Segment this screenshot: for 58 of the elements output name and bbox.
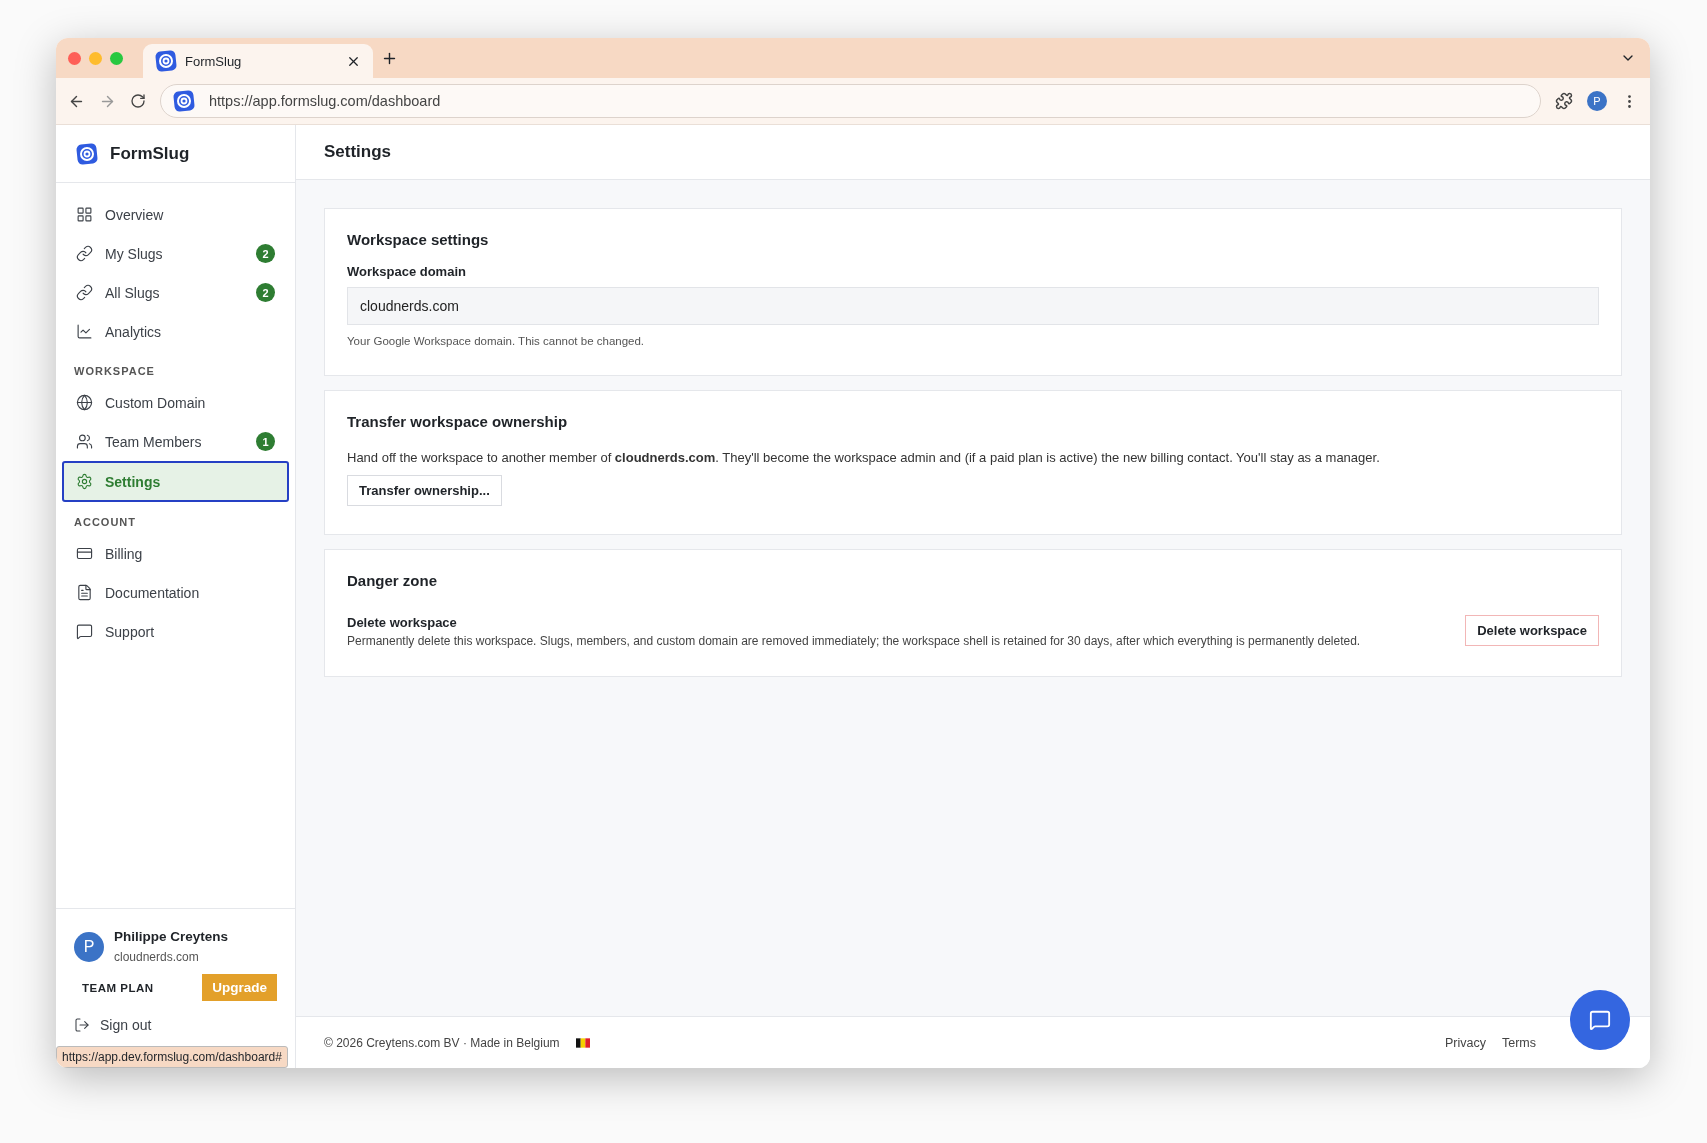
globe-icon <box>76 394 93 411</box>
line-chart-icon <box>76 323 93 340</box>
document-icon <box>76 584 93 601</box>
section-heading: WORKSPACE <box>73 364 156 379</box>
tab-title: FormSlug <box>185 53 243 69</box>
chat-icon <box>1589 1009 1611 1031</box>
item-title: Delete workspace <box>347 615 458 630</box>
user-domain: cloudnerds.com <box>114 950 200 964</box>
domain-field[interactable]: cloudnerds.com <box>347 287 1599 325</box>
nav-item[interactable]: Settings <box>62 461 289 502</box>
help-text: Your Google Workspace domain. This cannot be changed. <box>347 335 646 347</box>
settings-icon <box>76 473 93 490</box>
footer-link[interactable]: Terms <box>1501 1035 1536 1050</box>
nav-item[interactable]: Team Members 1 <box>62 422 289 461</box>
flag-icon <box>575 1037 590 1048</box>
sign-out-icon <box>74 1017 90 1033</box>
page-title: Settings <box>324 142 392 162</box>
logo-icon <box>155 50 177 72</box>
chat-icon <box>76 623 93 640</box>
nav-item[interactable]: Documentation <box>62 573 289 612</box>
field-label: Workspace domain <box>347 264 467 279</box>
nav-item[interactable]: Billing <box>62 534 289 573</box>
card-title: Danger zone <box>347 572 438 589</box>
card-title: Transfer workspace ownership <box>347 413 569 430</box>
description-text: Hand off the workspace to another member of cloudnerds.com. They'll become the workspace admin and (if a paid plan is active) the new billing contact. You'll stay as a manager. <box>347 450 1381 465</box>
description-text: Permanently delete this workspace. Slugs, members, and custom domain are removed immediately; the workspace shell is retained for 30 days, after which everything is permanently deleted. <box>347 634 1362 648</box>
count-badge: 2 <box>256 244 275 263</box>
nav-item[interactable]: All Slugs 2 <box>62 273 289 312</box>
grid-icon <box>76 206 93 223</box>
nav-item[interactable]: My Slugs 2 <box>62 234 289 273</box>
nav-item[interactable]: Analytics <box>62 312 289 351</box>
address-bar[interactable]: https://app.formslug.com/dashboard <box>160 84 1541 118</box>
plan-label: TEAM PLAN <box>82 981 154 994</box>
count-badge: 2 <box>256 283 275 302</box>
logo-icon <box>173 90 195 112</box>
nav-item[interactable]: Support <box>62 612 289 651</box>
user-avatar: P <box>74 931 104 962</box>
extensions-icon[interactable] <box>1555 92 1573 110</box>
credit-card-icon <box>76 545 93 562</box>
profile-avatar[interactable]: P <box>1587 91 1607 111</box>
link-icon <box>76 284 93 301</box>
transfer-button[interactable]: Transfer ownership... <box>347 475 502 506</box>
sign-out-link[interactable]: Sign out <box>74 1017 277 1033</box>
link-icon <box>76 245 93 262</box>
brand-name: FormSlug <box>110 143 190 164</box>
users-icon <box>76 433 93 450</box>
logo-icon <box>76 142 98 165</box>
nav-item[interactable]: Overview <box>62 195 289 234</box>
user-name: Philippe Creytens <box>114 929 229 944</box>
count-badge: 1 <box>256 432 275 451</box>
browser-tab[interactable]: FormSlug <box>143 44 373 78</box>
nav-item[interactable]: Custom Domain <box>62 383 289 422</box>
section-heading: ACCOUNT <box>73 515 137 530</box>
delete-button[interactable]: Delete workspace <box>1465 615 1599 646</box>
card-title: Workspace settings <box>347 231 490 248</box>
footer-link[interactable]: Privacy <box>1445 1035 1486 1050</box>
copyright-text: © 2026 Creytens.com BV · Made in Belgium <box>324 1035 560 1050</box>
reload-icon[interactable] <box>130 93 146 109</box>
